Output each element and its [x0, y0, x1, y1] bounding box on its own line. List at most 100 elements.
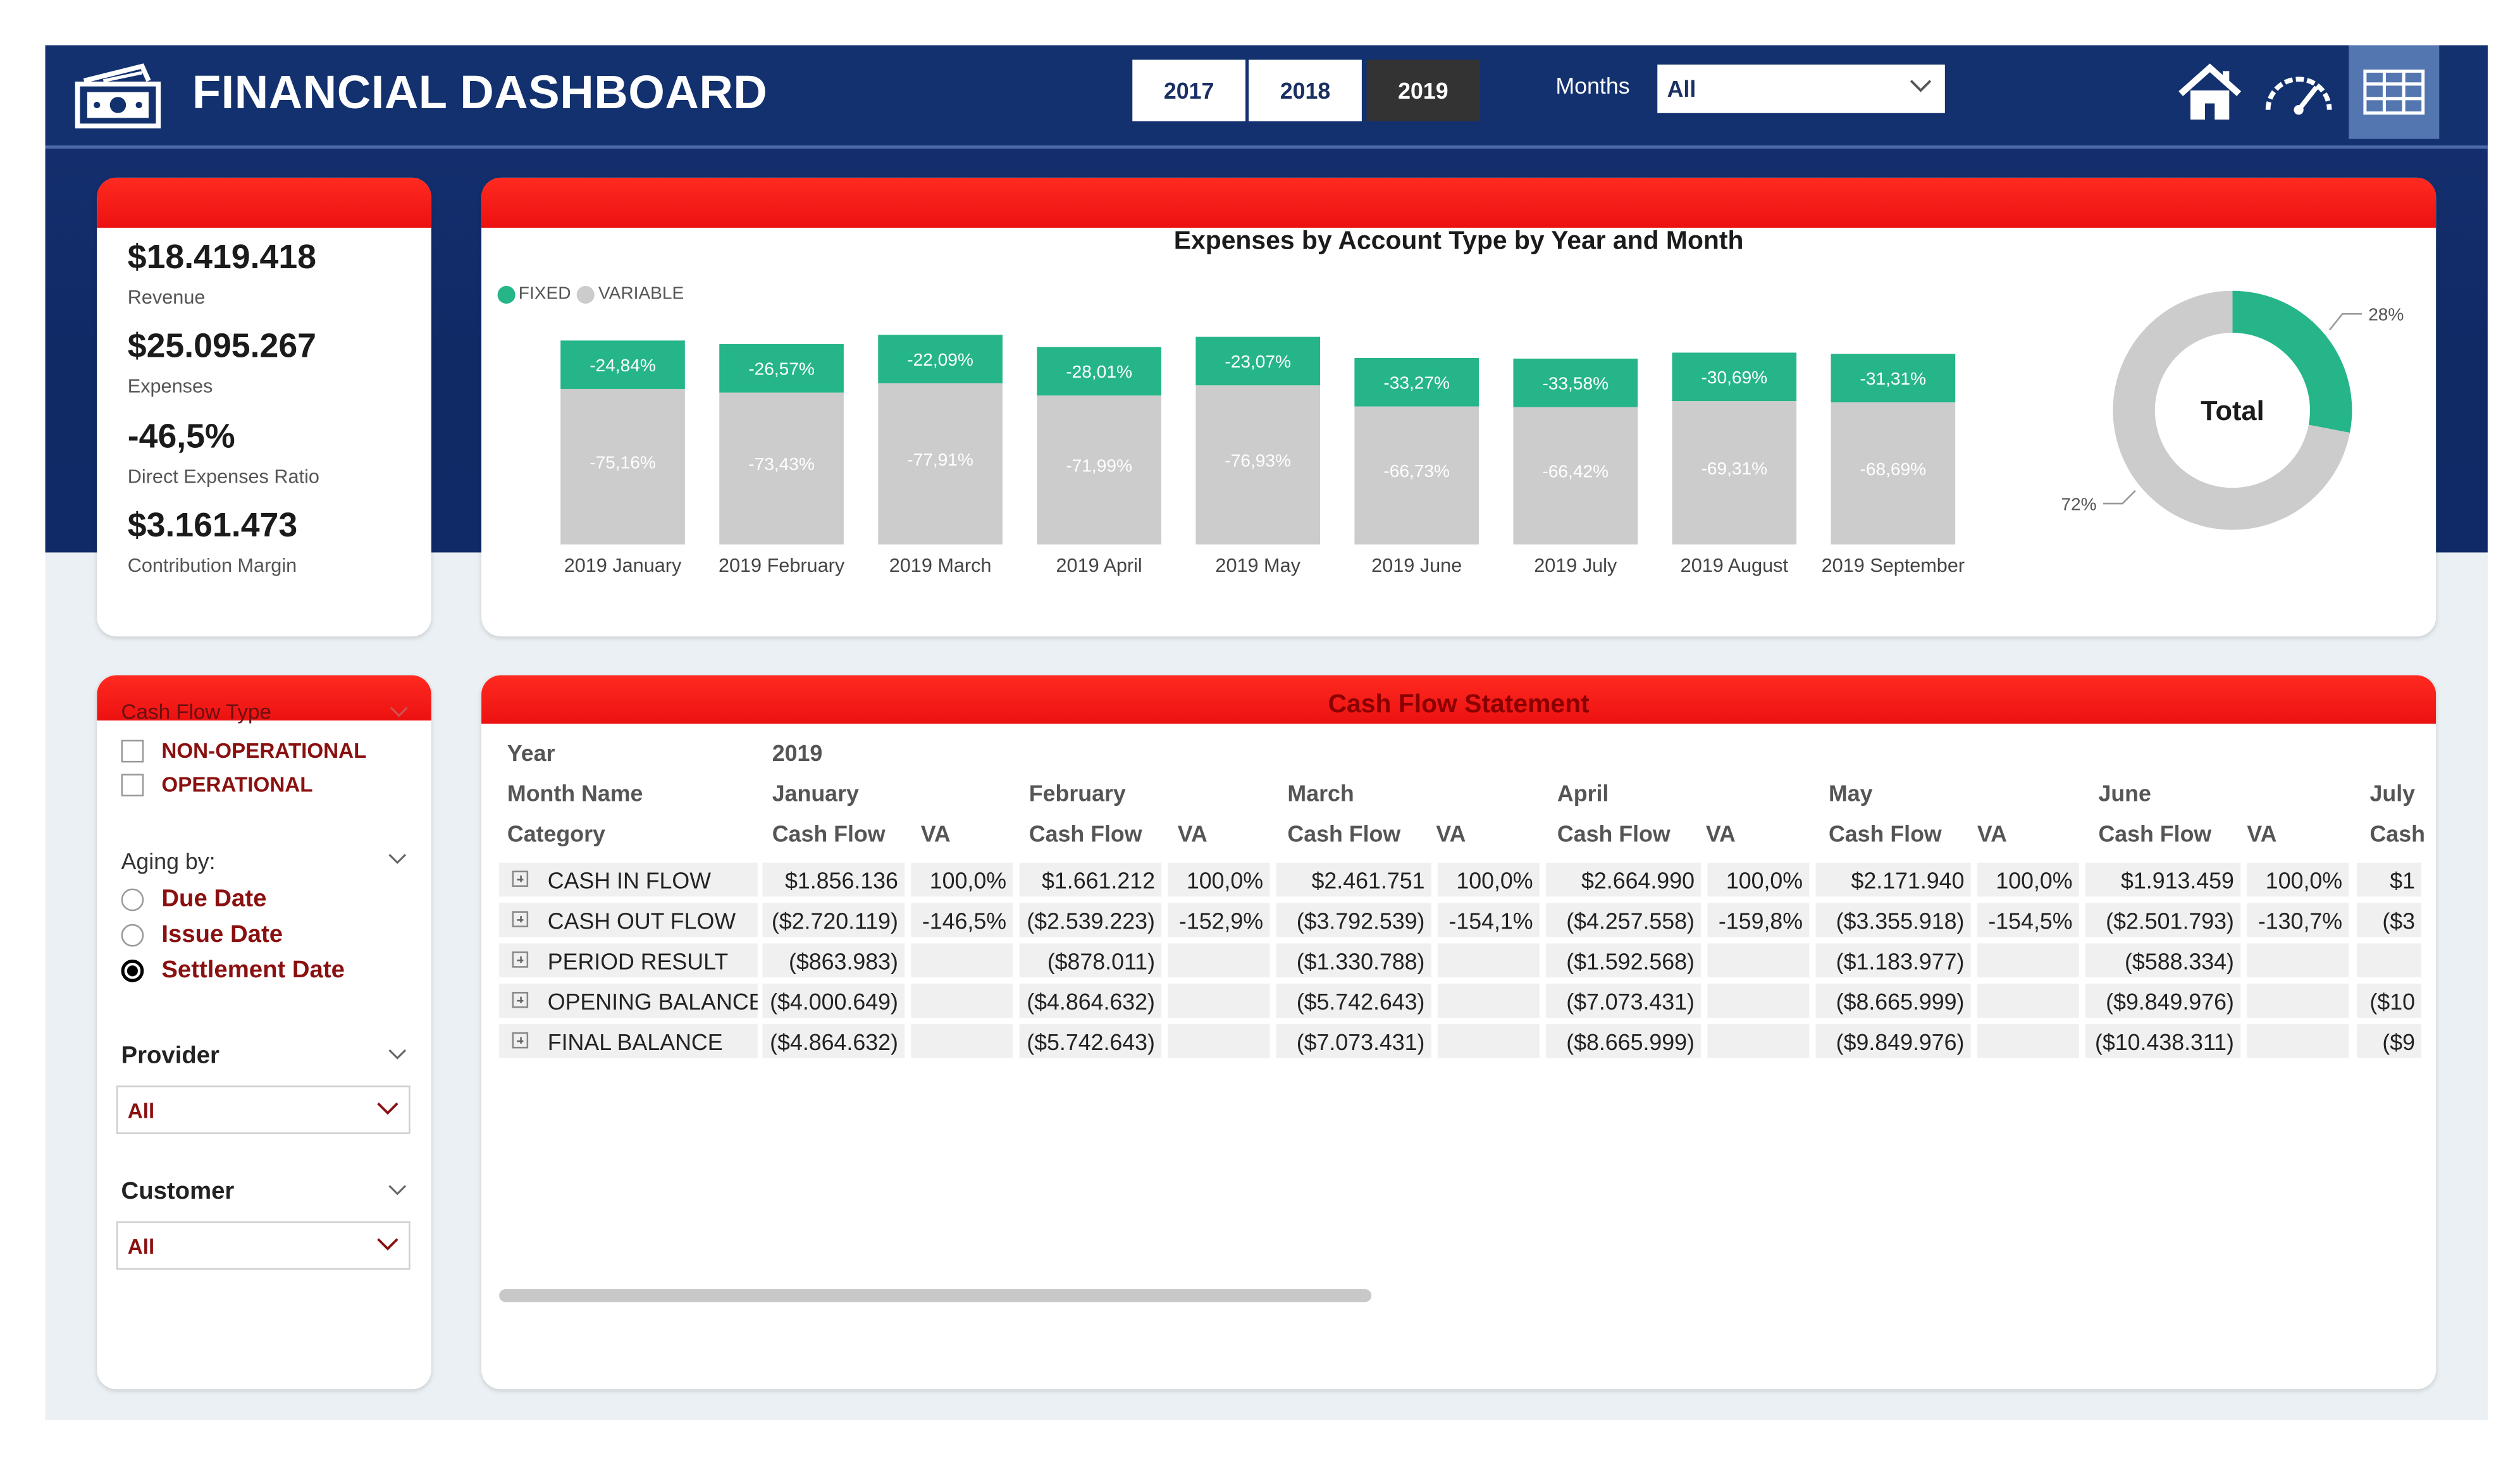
- cash-flow-cell: $1.856.136: [762, 862, 905, 897]
- radio-circle[interactable]: [121, 923, 144, 946]
- table-row-category[interactable]: FINAL BALANCE: [499, 1024, 758, 1058]
- va-cell: [1707, 984, 1810, 1018]
- cash-flow-cell: ($863.983): [762, 943, 905, 978]
- va-subheader: VA: [1177, 820, 1208, 847]
- table-row-category[interactable]: CASH OUT FLOW: [499, 903, 758, 937]
- checkbox-label: OPERATIONAL: [161, 772, 313, 797]
- va-cell: [2247, 984, 2349, 1018]
- x-axis-label: 2019 March: [889, 555, 992, 576]
- dashboard-canvas: FINANCIAL DASHBOARD 2017 2018 2019 Month…: [45, 45, 2488, 1420]
- radio-label: Due Date: [161, 885, 267, 913]
- revenue-value: $18.419.418: [127, 238, 317, 276]
- table-icon-button[interactable]: [2349, 45, 2440, 139]
- x-axis-label: 2019 April: [1056, 555, 1142, 576]
- radio-issue-date[interactable]: Issue Date: [121, 921, 283, 948]
- cash-flow-cell: ($4.864.632): [1019, 984, 1162, 1018]
- expand-plus-icon[interactable]: [512, 992, 529, 1008]
- cash-flow-cell: ($2.539.223): [1019, 903, 1162, 937]
- table-row-category[interactable]: CASH IN FLOW: [499, 862, 758, 897]
- bar-fixed-label: -23,07%: [1225, 352, 1291, 371]
- checkbox-box[interactable]: [121, 739, 144, 762]
- cash-flow-cell: ($7.073.431): [1276, 1024, 1431, 1058]
- bar-variable-label: -71,99%: [1066, 456, 1132, 476]
- expand-plus-icon[interactable]: [512, 870, 529, 887]
- table-row-category[interactable]: OPENING BALANCE: [499, 984, 758, 1018]
- va-cell: 100,0%: [2247, 862, 2349, 897]
- expand-plus-icon[interactable]: [512, 911, 529, 927]
- va-subheader: VA: [1436, 820, 1466, 847]
- cash-flow-cell: ($9.849.976): [2085, 984, 2241, 1018]
- cash-flow-cell: ($4.257.558): [1546, 903, 1702, 937]
- cash-flow-cell: ($588.334): [2085, 943, 2241, 978]
- va-cell: [1977, 943, 2079, 978]
- table-icon: [2363, 69, 2425, 115]
- cash-flow-cell: [2357, 943, 2422, 978]
- chevron-down-icon: [377, 1102, 398, 1115]
- cash-flow-cell: ($4.000.649): [762, 984, 905, 1018]
- va-cell: -154,1%: [1437, 903, 1540, 937]
- bar-variable-label: -75,16%: [590, 452, 656, 472]
- table-row-category[interactable]: PERIOD RESULT: [499, 943, 758, 978]
- cash-flow-cell: $2.664.990: [1546, 862, 1702, 897]
- direct-expenses-ratio-value: -46,5%: [127, 418, 235, 456]
- year-button-2018[interactable]: 2018: [1249, 59, 1362, 121]
- radio-settlement-date[interactable]: Settlement Date: [121, 956, 345, 984]
- cash-flow-type-title: Cash Flow Type: [121, 699, 271, 724]
- bar-fixed-label: -33,58%: [1542, 373, 1609, 393]
- year-button-2019[interactable]: 2019: [1366, 59, 1480, 121]
- bar-fixed-label: -31,31%: [1860, 369, 1927, 388]
- horizontal-scrollbar[interactable]: [499, 1289, 1372, 1302]
- month-header: February: [1028, 780, 1126, 807]
- checkbox-non-operational[interactable]: NON-OPERATIONAL: [121, 738, 366, 762]
- va-cell: [1168, 943, 1270, 978]
- cash-flow-subheader: Cash Flow: [2098, 820, 2212, 847]
- bar-fixed-label: -26,57%: [748, 359, 815, 379]
- months-dropdown[interactable]: All: [1657, 65, 1945, 113]
- contribution-margin-label: Contribution Margin: [127, 553, 297, 577]
- va-cell: [2247, 1024, 2349, 1058]
- va-cell: 100,0%: [1437, 862, 1540, 897]
- va-cell: [1437, 943, 1540, 978]
- chevron-down-icon[interactable]: [388, 1048, 407, 1061]
- chevron-down-icon[interactable]: [388, 853, 407, 865]
- stage: FINANCIAL DASHBOARD 2017 2018 2019 Month…: [0, 0, 2520, 1465]
- checkbox-operational[interactable]: OPERATIONAL: [121, 772, 313, 796]
- cash-flow-subheader: Cash Flow: [1828, 820, 1942, 847]
- va-cell: 100,0%: [1168, 862, 1270, 897]
- bar-variable-label: -76,93%: [1225, 450, 1291, 470]
- chevron-down-icon[interactable]: [388, 1184, 407, 1197]
- home-icon[interactable]: [2174, 61, 2245, 126]
- va-cell: 100,0%: [1707, 862, 1810, 897]
- donut-leader-line: [2103, 490, 2136, 505]
- cash-flow-cell: ($10.438.311): [2085, 1024, 2241, 1058]
- radio-label: Settlement Date: [161, 956, 345, 984]
- expenses-label: Expenses: [127, 374, 213, 398]
- checkbox-box[interactable]: [121, 773, 144, 796]
- gauge-icon[interactable]: [2261, 68, 2335, 116]
- expand-plus-icon[interactable]: [512, 951, 529, 968]
- cash-flow-cell: ($7.073.431): [1546, 984, 1702, 1018]
- va-cell: -146,5%: [911, 903, 1013, 937]
- va-cell: [1977, 984, 2079, 1018]
- month-name-header: Month Name: [507, 780, 643, 807]
- bar-variable-label: -77,91%: [907, 450, 973, 469]
- radio-circle-selected[interactable]: [121, 958, 144, 982]
- customer-dropdown[interactable]: All: [116, 1221, 411, 1270]
- radio-circle[interactable]: [121, 887, 144, 911]
- va-cell: [1707, 943, 1810, 978]
- year-button-2017[interactable]: 2017: [1132, 59, 1246, 121]
- donut-slice-label: 72%: [2061, 494, 2096, 514]
- chevron-down-icon[interactable]: [389, 706, 409, 719]
- va-cell: [911, 1024, 1013, 1058]
- va-cell: [1168, 984, 1270, 1018]
- month-header: May: [1828, 780, 1873, 807]
- cash-flow-cell: ($9: [2357, 1024, 2422, 1058]
- expenses-chart-card: Expenses by Account Type by Year and Mon…: [481, 177, 2437, 637]
- bar-variable-label: -68,69%: [1860, 459, 1927, 479]
- expand-plus-icon[interactable]: [512, 1032, 529, 1049]
- provider-dropdown[interactable]: All: [116, 1085, 411, 1134]
- months-dropdown-value: All: [1667, 76, 1696, 102]
- cash-flow-subheader: Cash: [2369, 820, 2425, 847]
- radio-due-date[interactable]: Due Date: [121, 885, 267, 913]
- va-cell: [1437, 1024, 1540, 1058]
